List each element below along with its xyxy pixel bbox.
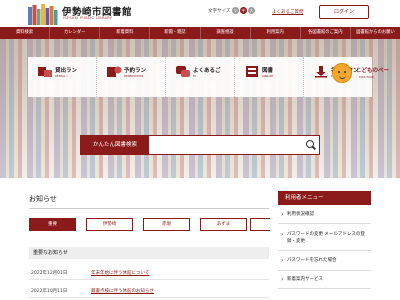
main-nav: 資料検索 カレンダー 新着資料 新聞・雑誌 調査相談 利用案内 各図書館のご案内… — [0, 27, 400, 39]
notice-row: 2022年10月11日 蔵書点検に伴う休館のお知らせ — [29, 284, 269, 298]
search-icon[interactable] — [302, 137, 319, 153]
faq-link[interactable]: よくあるご質問 — [272, 9, 304, 15]
important-notice-header: 重要なお知らせ — [29, 247, 269, 259]
search-input[interactable] — [151, 136, 301, 154]
nav-item-reference[interactable]: 調査相談 — [201, 27, 251, 39]
nav-item-guide[interactable]: 利用案内 — [251, 27, 301, 39]
user-menu-item-status[interactable]: 利用状況確認 — [278, 205, 371, 224]
user-menu-item-label: 新着案内サービス — [287, 277, 323, 282]
nav-item-libraries[interactable]: 各図書館のご案内 — [301, 27, 351, 39]
quick-link-library[interactable]: 図書 LIBRARY — [235, 57, 304, 97]
tab-partial[interactable] — [250, 218, 270, 231]
kids-face-icon[interactable] — [332, 63, 352, 83]
search-label: かんたん図書検索 — [81, 136, 149, 154]
quick-link-sub: RENTAL I — [55, 74, 68, 78]
user-menu-item-forgot-password[interactable]: パスワードを忘れた場合 — [278, 251, 371, 271]
divider — [29, 208, 269, 209]
nav-item-search[interactable]: 資料検索 — [0, 27, 51, 39]
reservation-icon — [107, 66, 122, 77]
download-icon — [315, 66, 327, 78]
user-menu-item-label: パスワードの変更 メールアドレスの登録・変更 — [287, 232, 365, 244]
user-menu-item-new-arrivals[interactable]: 新着案内サービス — [278, 271, 371, 289]
nav-item-calendar[interactable]: カレンダー — [50, 27, 101, 39]
user-menu-item-label: パスワードを忘れた場合 — [287, 258, 337, 263]
quick-link-rental[interactable]: 貸出ラン RENTAL I — [28, 57, 97, 97]
quick-link-label: 予約ラン — [124, 68, 147, 74]
quick-link-sub: LIBRARY — [262, 74, 274, 78]
login-button[interactable]: ログイン — [319, 5, 369, 19]
fontsize-label: 文字サイズ — [208, 9, 231, 14]
kids-page-sub: KIDS PAGE — [359, 75, 374, 79]
quick-links: 貸出ラン RENTAL I 予約ラン RESERVATION よくあるご FA — [28, 57, 372, 97]
hero-banner: 貸出ラン RENTAL I 予約ラン RESERVATION よくあるご FA — [0, 39, 400, 178]
nav-item-requests[interactable]: 図書館からのお願い — [351, 27, 400, 39]
notice-date: 2022年10月11日 — [31, 289, 68, 294]
user-menu-title: 利用者メニュー — [278, 191, 371, 205]
site-subtitle: ISESAKI PUBLIC LIBRARY — [63, 16, 113, 20]
tab-isesaki[interactable]: 伊勢崎 — [86, 218, 133, 231]
quick-link-label: 図書 — [262, 68, 274, 74]
fontsize-large-button[interactable]: 大 — [248, 7, 255, 14]
user-menu-item-label: 利用状況確認 — [287, 212, 314, 217]
quick-link-sub: FA — [193, 74, 197, 78]
books-logo-icon — [28, 4, 58, 25]
tab-azuma[interactable]: あずま — [200, 218, 247, 231]
rental-icon — [38, 67, 52, 77]
notice-row: 2022年12月01日 年末年始に伴う休館について — [29, 266, 269, 280]
quick-link-label: よくあるご — [193, 68, 221, 74]
notice-tabs: 重要 伊勢崎 赤堀 あずま — [29, 218, 263, 233]
tab-akabori[interactable]: 赤堀 — [143, 218, 190, 231]
kids-page-link[interactable]: こどものペー — [356, 66, 389, 74]
fontsize-medium-button[interactable]: 中 — [240, 7, 247, 14]
nav-item-new-materials[interactable]: 新着資料 — [100, 27, 151, 39]
notice-link[interactable]: 蔵書点検に伴う休館のお知らせ — [91, 288, 154, 294]
nav-item-newspapers[interactable]: 新聞・雑誌 — [150, 27, 201, 39]
quick-link-label: 貸出ラン — [55, 68, 78, 74]
user-menu: 利用者メニュー 利用状況確認 パスワードの変更 メールアドレスの登録・変更 パス… — [278, 191, 371, 289]
notice-date: 2022年12月01日 — [31, 271, 68, 276]
notice-link[interactable]: 年末年始に伴う休館について — [91, 270, 149, 276]
library-icon — [246, 66, 258, 77]
quick-link-faq[interactable]: よくあるご FA — [166, 57, 235, 97]
quick-link-reservation[interactable]: 予約ラン RESERVATION — [97, 57, 166, 97]
user-menu-item-password-email[interactable]: パスワードの変更 メールアドレスの登録・変更 — [278, 224, 371, 251]
faq-icon — [176, 66, 190, 77]
tab-important[interactable]: 重要 — [29, 218, 76, 231]
quick-link-sub: RESERVATION — [124, 74, 144, 78]
quick-search: かんたん図書検索 — [80, 135, 320, 155]
site-header: 伊勢崎市図書館 ISESAKI PUBLIC LIBRARY 文字サイズ 小 中… — [0, 0, 400, 27]
notices-title: お知らせ — [29, 195, 57, 203]
fontsize-small-button[interactable]: 小 — [232, 7, 239, 14]
